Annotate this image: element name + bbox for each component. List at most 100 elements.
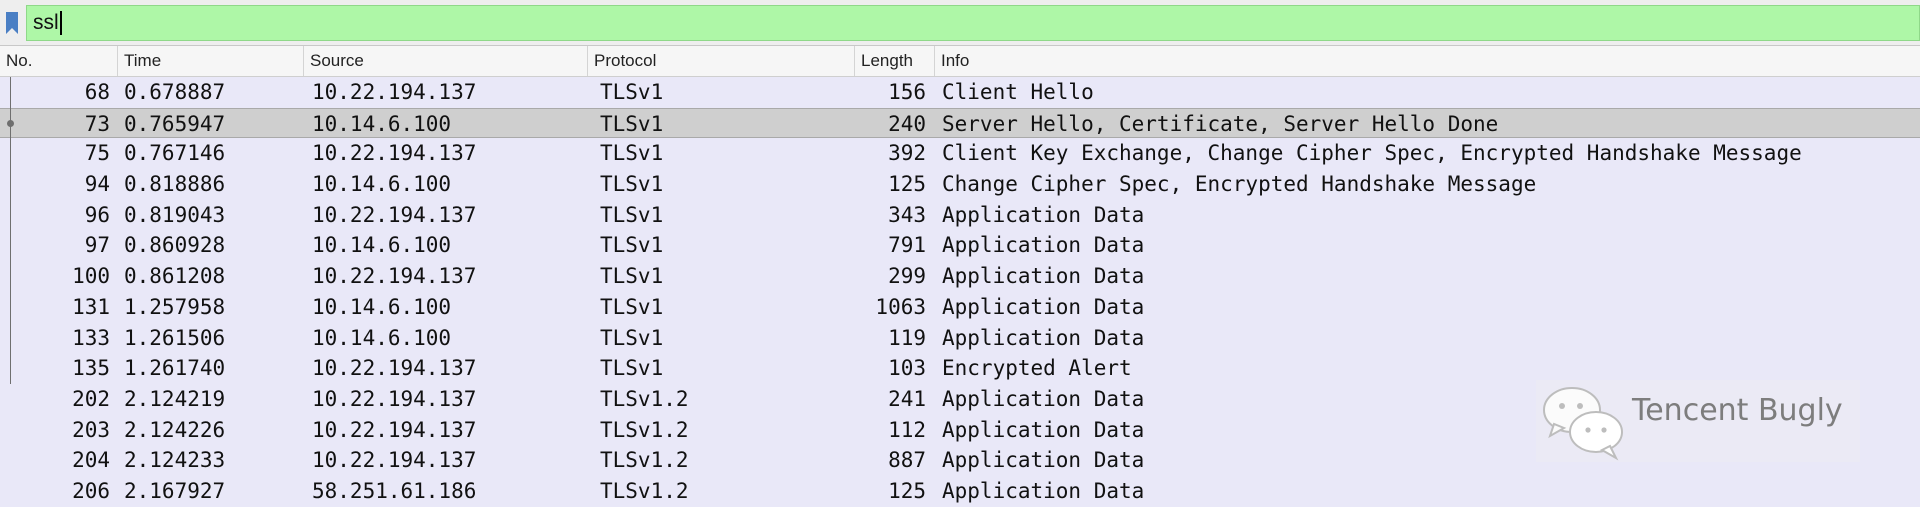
packet-time-cell: 2.167927 — [124, 478, 226, 503]
packet-row[interactable]: 73 0.765947 10.14.6.100 TLSv1 240 Server Hell… — [0, 107, 1920, 139]
packet-info-cell: Application Data — [942, 264, 1145, 289]
packet-row[interactable]: 100 0.861208 10.22.194.137 TLSv1 299 Applicat… — [0, 261, 1920, 292]
packet-source-cell: 10.14.6.100 — [312, 325, 452, 350]
packet-protocol-cell: TLSv1 — [600, 141, 664, 166]
bookmark-icon[interactable] — [3, 9, 21, 37]
packet-info-cell: Change Cipher Spec, Encrypted Handshake … — [942, 172, 1537, 197]
packet-source-cell: 10.22.194.137 — [312, 386, 477, 411]
packet-source-cell: 10.14.6.100 — [312, 111, 452, 136]
packet-source-cell: 10.14.6.100 — [312, 233, 452, 258]
packet-info-cell: Application Data — [942, 294, 1145, 319]
packet-no-cell: 100 — [72, 264, 110, 289]
packet-length-cell: 1063 — [875, 294, 926, 319]
packet-length-cell: 125 — [888, 172, 926, 197]
packet-protocol-cell: TLSv1.2 — [600, 478, 689, 503]
watermark: Tencent Bugly — [1536, 380, 1860, 462]
packet-time-cell: 0.819043 — [124, 202, 226, 227]
packet-row[interactable]: 133 1.261506 10.14.6.100 TLSv1 119 Applicatio… — [0, 322, 1920, 354]
packet-time-cell: 1.261506 — [124, 325, 226, 350]
packet-row[interactable]: 96 0.819043 10.22.194.137 TLSv1 343 Applicati… — [0, 199, 1920, 231]
column-header-length[interactable]: Length — [854, 46, 934, 76]
packet-no-cell: 206 — [72, 478, 110, 503]
packet-length-cell: 112 — [888, 417, 926, 442]
packet-info-cell: Client Key Exchange, Change Cipher Spec,… — [942, 141, 1802, 166]
display-filter-input[interactable]: ssl — [26, 5, 1920, 41]
packet-time-cell: 2.124219 — [124, 386, 226, 411]
packet-info-cell: Application Data — [942, 478, 1145, 503]
packet-no-cell: 73 — [84, 111, 110, 136]
packet-protocol-cell: TLSv1.2 — [600, 386, 689, 411]
packet-row[interactable]: 68 0.678887 10.22.194.137 TLSv1 156 Client He… — [0, 77, 1920, 108]
packet-time-cell: 0.860928 — [124, 233, 226, 258]
packet-no-cell: 133 — [72, 325, 110, 350]
packet-length-cell: 299 — [888, 264, 926, 289]
packet-length-cell: 240 — [888, 111, 926, 136]
packet-info-cell: Encrypted Alert — [942, 356, 1132, 381]
packet-length-cell: 887 — [888, 448, 926, 473]
column-header-info[interactable]: Info — [934, 46, 1920, 76]
packet-source-cell: 10.22.194.137 — [312, 417, 477, 442]
wechat-logo-icon — [1543, 387, 1623, 461]
packet-no-cell: 203 — [72, 417, 110, 442]
packet-source-cell: 10.22.194.137 — [312, 264, 477, 289]
packet-info-cell: Application Data — [942, 417, 1145, 442]
packet-row[interactable]: 97 0.860928 10.14.6.100 TLSv1 791 Application… — [0, 230, 1920, 262]
packet-time-cell: 1.257958 — [124, 294, 226, 319]
display-filter-toolbar: ssl — [0, 0, 1920, 46]
packet-protocol-cell: TLSv1.2 — [600, 417, 689, 442]
packet-info-cell: Server Hello, Certificate, Server Hello … — [942, 111, 1499, 136]
packet-time-cell: 0.767146 — [124, 141, 226, 166]
packet-time-cell: 0.678887 — [124, 80, 226, 104]
packet-time-cell: 0.818886 — [124, 172, 226, 197]
packet-protocol-cell: TLSv1.2 — [600, 448, 689, 473]
packet-row[interactable]: 75 0.767146 10.22.194.137 TLSv1 392 Client Ke… — [0, 138, 1920, 170]
packet-no-cell: 131 — [72, 294, 110, 319]
packet-time-cell: 2.124233 — [124, 448, 226, 473]
packet-no-cell: 75 — [84, 141, 110, 166]
packet-length-cell: 241 — [888, 386, 926, 411]
packet-no-cell: 68 — [84, 80, 110, 104]
packet-info-cell: Application Data — [942, 448, 1145, 473]
packet-info-cell: Application Data — [942, 233, 1145, 258]
packet-info-cell: Application Data — [942, 202, 1145, 227]
packet-protocol-cell: TLSv1 — [600, 294, 664, 319]
packet-protocol-cell: TLSv1 — [600, 356, 664, 381]
packet-no-cell: 97 — [84, 233, 110, 258]
packet-row[interactable]: 131 1.257958 10.14.6.100 TLSv1 1063 Applicati… — [0, 291, 1920, 323]
packet-no-cell: 135 — [72, 356, 110, 381]
packet-no-cell: 94 — [84, 172, 110, 197]
packet-length-cell: 125 — [888, 478, 926, 503]
text-caret — [59, 11, 62, 36]
column-header-no[interactable]: No. — [0, 46, 117, 76]
packet-length-cell: 343 — [888, 202, 926, 227]
packet-protocol-cell: TLSv1 — [600, 111, 664, 136]
column-header-protocol[interactable]: Protocol — [587, 46, 854, 76]
packet-protocol-cell: TLSv1 — [600, 264, 664, 289]
packet-source-cell: 10.22.194.137 — [312, 356, 477, 381]
packet-info-cell: Client Hello — [942, 80, 1094, 104]
column-header-time[interactable]: Time — [117, 46, 303, 76]
packet-info-cell: Application Data — [942, 386, 1145, 411]
packet-time-cell: 0.861208 — [124, 264, 226, 289]
packet-no-cell: 202 — [72, 386, 110, 411]
packet-length-cell: 791 — [888, 233, 926, 258]
packet-row[interactable]: 94 0.818886 10.14.6.100 TLSv1 125 Change Ciph… — [0, 169, 1920, 200]
watermark-text: Tencent Bugly — [1632, 393, 1843, 428]
packet-protocol-cell: TLSv1 — [600, 202, 664, 227]
filter-value: ssl — [33, 11, 59, 34]
packet-time-cell: 0.765947 — [124, 111, 226, 136]
conversation-dot — [7, 120, 14, 127]
packet-no-cell: 204 — [72, 448, 110, 473]
column-header-source[interactable]: Source — [303, 46, 587, 76]
packet-time-cell: 2.124226 — [124, 417, 226, 442]
packet-source-cell: 10.14.6.100 — [312, 294, 452, 319]
packet-row[interactable]: 206 2.167927 58.251.61.186 TLSv1.2 125 Applic… — [0, 475, 1920, 507]
packet-list-header: No. Time Source Protocol Length Info — [0, 46, 1920, 77]
packet-source-cell: 10.22.194.137 — [312, 141, 477, 166]
packet-source-cell: 58.251.61.186 — [312, 478, 477, 503]
packet-protocol-cell: TLSv1 — [600, 80, 664, 104]
packet-time-cell: 1.261740 — [124, 356, 226, 381]
packet-length-cell: 119 — [888, 325, 926, 350]
packet-info-cell: Application Data — [942, 325, 1145, 350]
packet-source-cell: 10.22.194.137 — [312, 202, 477, 227]
